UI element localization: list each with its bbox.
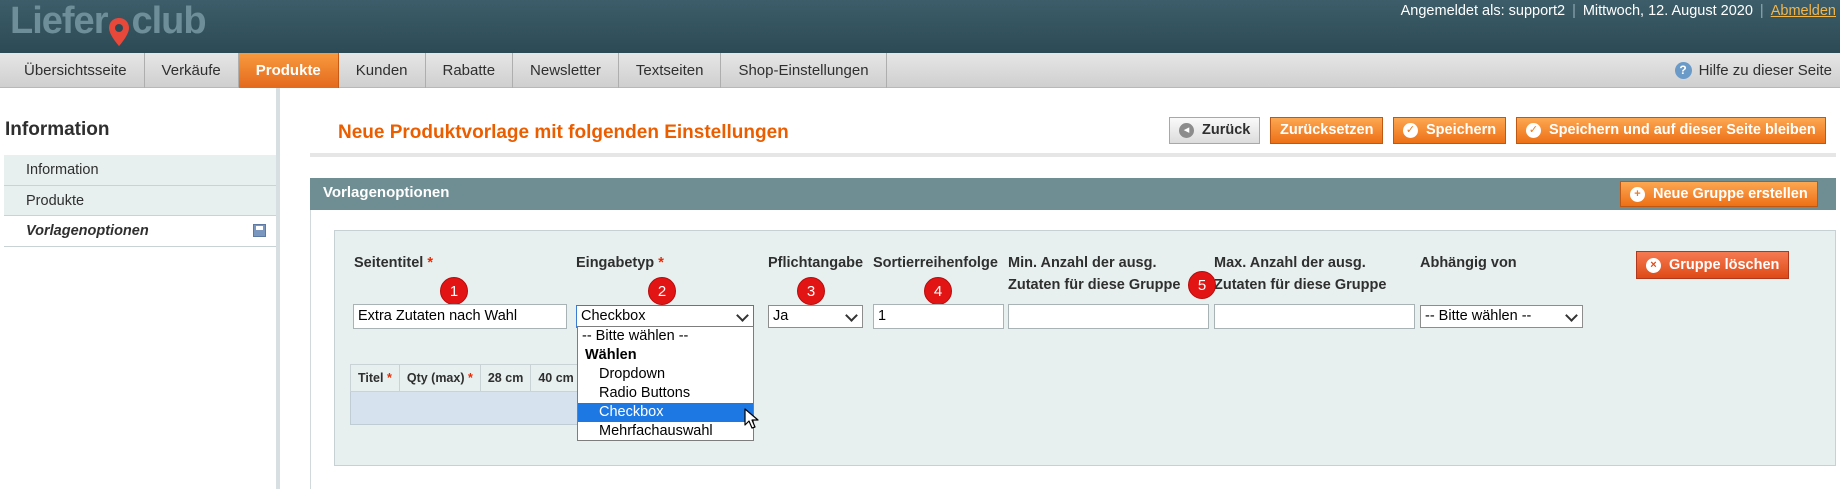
separator: | [1572, 3, 1576, 19]
new-group-button[interactable]: + Neue Gruppe erstellen [1620, 181, 1818, 207]
column-label-sort-order: Sortierreihenfolge [873, 255, 998, 271]
check-icon: ✓ [1526, 123, 1541, 138]
sort-order-input[interactable]: 1 [873, 304, 1004, 329]
section-title: Vorlagenoptionen [323, 184, 450, 201]
input-type-value: Checkbox [581, 308, 646, 324]
sidebar-item-label: Vorlagenoptionen [26, 223, 149, 239]
sidebar: Information Information Produkte Vorlage… [0, 88, 280, 489]
map-pin-icon [108, 9, 130, 46]
column-label-required: Pflichtangabe [768, 255, 864, 271]
reset-button-label: Zurücksetzen [1280, 122, 1374, 138]
column-label-page-title: Seitentitel * [354, 255, 433, 271]
min-ingredients-input[interactable] [1008, 304, 1209, 329]
logout-link[interactable]: Abmelden [1771, 3, 1836, 19]
annotation-badge-1: 1 [440, 277, 468, 305]
dropdown-optgroup-choose: Wählen [585, 347, 637, 363]
logo-text-right: club [131, 0, 206, 42]
help-label: Hilfe zu dieser Seite [1698, 62, 1832, 79]
options-grid: Titel * Qty (max) * 28 cm 40 cm [350, 364, 590, 425]
depends-on-value: -- Bitte wählen -- [1425, 308, 1532, 324]
dropdown-option-dropdown[interactable]: Dropdown [578, 365, 753, 384]
back-button[interactable]: ◂ Zurück [1169, 117, 1261, 144]
logged-in-label: Angemeldet als: support2 [1400, 3, 1566, 19]
sidebar-tabs: Information Produkte Vorlagenoptionen [4, 155, 276, 247]
nav-item-text-pages[interactable]: Textseiten [619, 53, 722, 88]
input-type-select[interactable]: Checkbox [576, 305, 754, 328]
dropdown-option-please-select[interactable]: -- Bitte wählen -- [578, 327, 753, 346]
reset-button[interactable]: Zurücksetzen [1270, 117, 1384, 144]
grid-header-qty: Qty (max) * [400, 365, 481, 391]
options-grid-body [350, 392, 590, 425]
plus-icon: + [1630, 186, 1645, 202]
save-and-continue-label: Speichern und auf dieser Seite bleiben [1549, 122, 1816, 138]
sidebar-title: Information [5, 119, 110, 140]
column-label-depends-on: Abhängig von [1420, 255, 1517, 271]
section-header: Vorlagenoptionen [310, 178, 1836, 210]
column-label-min: Min. Anzahl der ausg. Zutaten für diese G… [1008, 255, 1181, 293]
annotation-badge-2: 2 [648, 277, 676, 305]
dropdown-option-checkbox[interactable]: Checkbox [578, 403, 753, 422]
separator: | [1759, 3, 1764, 19]
column-label-max: Max. Anzahl der ausg. Zutaten für diese G… [1214, 255, 1387, 293]
nav-item-discounts[interactable]: Rabatte [426, 53, 514, 88]
help-icon: ? [1674, 62, 1692, 79]
nav-item-customers[interactable]: Kunden [339, 53, 426, 88]
floppy-disk-icon [253, 224, 266, 237]
logo-text-left: Liefer [10, 0, 108, 42]
nav-item-products[interactable]: Produkte [238, 53, 339, 88]
grid-header-40cm: 40 cm [531, 365, 582, 391]
annotation-badge-3: 3 [797, 277, 825, 305]
chevron-down-icon [845, 309, 858, 322]
back-arrow-icon: ◂ [1179, 123, 1194, 138]
annotation-badge-5: 5 [1188, 271, 1216, 299]
divider [310, 153, 1836, 157]
mouse-pointer-icon [744, 408, 759, 429]
page-title-input[interactable]: Extra Zutaten nach Wahl [353, 304, 567, 329]
new-group-label: Neue Gruppe erstellen [1653, 185, 1808, 202]
nav-item-shop-settings[interactable]: Shop-Einstellungen [721, 53, 887, 88]
save-and-continue-button[interactable]: ✓ Speichern und auf dieser Seite bleiben [1516, 117, 1826, 144]
depends-on-select[interactable]: -- Bitte wählen -- [1420, 305, 1583, 328]
sidebar-item-template-options[interactable]: Vorlagenoptionen [4, 216, 276, 247]
sidebar-item-information[interactable]: Information [4, 155, 276, 186]
page-title: Neue Produktvorlage mit folgenden Einste… [338, 122, 789, 143]
save-button-label: Speichern [1426, 122, 1497, 138]
current-date: Mittwoch, 12. August 2020 [1582, 3, 1753, 19]
options-grid-header: Titel * Qty (max) * 28 cm 40 cm [350, 364, 590, 392]
sidebar-item-products[interactable]: Produkte [4, 185, 276, 216]
grid-header-title: Titel * [351, 365, 400, 391]
help-link[interactable]: ? Hilfe zu dieser Seite [1674, 53, 1832, 88]
logo[interactable]: Liefer club [10, 0, 207, 46]
back-button-label: Zurück [1202, 122, 1251, 138]
check-icon: ✓ [1403, 123, 1418, 138]
chevron-down-icon [1565, 309, 1578, 322]
close-icon: × [1646, 257, 1661, 273]
required-value: Ja [773, 308, 789, 324]
main-nav: Übersichtsseite Verkäufe Produkte Kunden… [0, 53, 1840, 88]
nav-item-sales[interactable]: Verkäufe [145, 53, 239, 88]
column-label-input-type: Eingabetyp * [576, 255, 664, 271]
annotation-badge-4: 4 [924, 277, 952, 305]
nav-item-overview[interactable]: Übersichtsseite [7, 53, 145, 88]
max-ingredients-input[interactable] [1214, 304, 1415, 329]
save-button[interactable]: ✓ Speichern [1393, 117, 1507, 144]
nav-items: Übersichtsseite Verkäufe Produkte Kunden… [7, 53, 887, 88]
dropdown-option-multiple-choice[interactable]: Mehrfachauswahl [578, 422, 753, 441]
user-bar: Angemeldet als: support2 | Mittwoch, 12. A… [1401, 3, 1836, 19]
input-type-dropdown: -- Bitte wählen -- Wählen Dropdown Radio… [577, 326, 754, 441]
delete-group-label: Gruppe löschen [1669, 256, 1780, 273]
chevron-down-icon [736, 309, 749, 322]
delete-group-button[interactable]: × Gruppe löschen [1636, 251, 1790, 279]
divider [310, 210, 311, 489]
top-header: Liefer club Angemeldet als: support2 | Mitt… [0, 0, 1840, 53]
nav-item-newsletter[interactable]: Newsletter [513, 53, 619, 88]
required-select[interactable]: Ja [768, 305, 863, 328]
grid-header-28cm: 28 cm [481, 365, 532, 391]
dropdown-option-radio-buttons[interactable]: Radio Buttons [578, 384, 753, 403]
